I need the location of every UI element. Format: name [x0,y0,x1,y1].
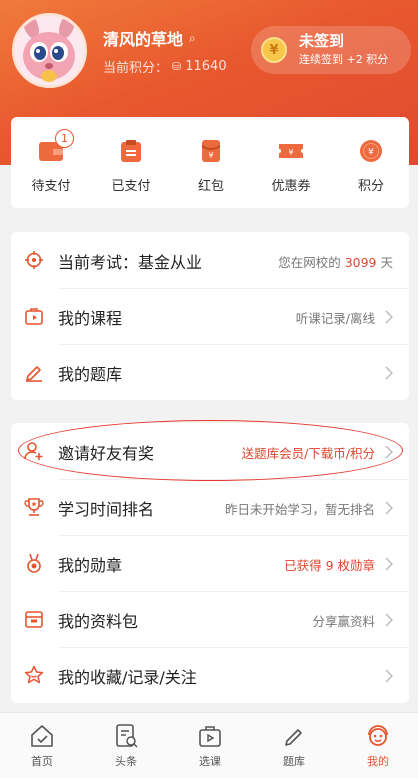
star-icon [24,665,44,684]
favorites-row[interactable]: 我的收藏/记录/关注 [11,647,409,703]
study-days-prefix: 您在网校的 [278,255,345,270]
pencil-icon [26,366,42,382]
current-exam-label: 当前考试：基金从业 [58,253,203,272]
my-question-bank-label: 我的题库 [58,365,123,384]
study-days-count: 3099 [344,255,377,270]
invite-friends-row[interactable]: 邀请好友有奖 送题库会员/下载币/积分 [11,423,409,479]
chevron-right-icon [385,366,393,380]
edit-icon[interactable]: ⌕ [189,31,196,46]
study-days: 您在网校的 3099 天 [278,252,393,271]
order-label: 已支付 [111,179,151,194]
package-icon [25,611,43,628]
checkin-subtitle: 连续签到 +2 积分 [299,53,389,66]
order-label: 红包 [197,179,224,194]
my-medals-hint: 已获得 9 枚勋章 [284,558,375,573]
order-coupons[interactable]: ¥ 优惠券 [251,117,331,208]
clipboard-icon [118,139,144,163]
pending-badge: 1 [55,129,74,148]
points-row: 当前积分： ⛁ 11640 [103,57,227,76]
checkin-coin-icon: ¥ [261,37,287,63]
tab-label: 选课 [199,755,221,768]
svg-text:¥: ¥ [288,148,293,157]
chevron-right-icon [385,501,393,515]
tab-label: 我的 [367,755,389,768]
orders-card: 1 待支付 已支付 ¥ 红包 ¥ 优惠券 ¥ 积分 [11,117,409,208]
profile-face-icon [368,725,388,746]
study-ranking-label: 学习时间排名 [58,500,155,519]
invite-friends-label: 邀请好友有奖 [58,444,155,463]
pencil-icon [285,729,302,746]
chevron-right-icon [385,445,393,459]
my-courses-hint: 听课记录/离线 [295,311,375,326]
home-icon [31,725,53,747]
tab-question-bank[interactable]: 题库 [252,713,336,778]
order-red-packet[interactable]: ¥ 红包 [171,117,251,208]
order-label: 积分 [357,179,384,194]
target-icon [25,251,43,269]
points-label: 当前积分： [103,61,169,76]
order-paid[interactable]: 已支付 [91,117,171,208]
news-icon [116,724,138,748]
medal-icon [27,553,41,573]
red-packet-icon: ¥ [198,139,224,163]
chevron-right-icon [385,310,393,324]
favorites-label: 我的收藏/记录/关注 [58,668,197,687]
trophy-icon [24,498,44,516]
avatar-illustration [15,16,84,85]
chevron-right-icon [385,557,393,571]
tab-courses[interactable]: 选课 [168,713,252,778]
my-materials-label: 我的资料包 [58,612,139,631]
tab-mine[interactable]: 我的 [336,713,418,778]
study-ranking-row[interactable]: 学习时间排名 昨日未开始学习，暂无排名 [11,479,409,535]
tab-label: 题库 [283,755,305,768]
tab-label: 头条 [115,755,137,768]
checkin-button[interactable]: ¥ 未签到 连续签到 +2 积分 [251,26,411,74]
wallet-icon: 1 [38,129,74,163]
order-label: 优惠券 [271,179,311,194]
study-days-suffix: 天 [376,255,393,270]
chevron-right-icon [385,669,393,683]
points-coin-icon: ⛁ [172,60,182,73]
my-medals-label: 我的勋章 [58,556,123,575]
study-ranking-hint: 昨日未开始学习，暂无排名 [224,502,375,517]
invite-user-icon [24,442,43,460]
more-card: 邀请好友有奖 送题库会员/下载币/积分 学习时间排名 昨日未开始学习，暂无排名 … [11,423,409,703]
coupon-icon: ¥ [278,139,304,163]
points-value: 11640 [185,59,227,74]
order-label: 待支付 [31,179,71,194]
study-card: 当前考试：基金从业 您在网校的 3099 天 我的课程 听课记录/离线 我的题库 [11,232,409,400]
points-coin-icon: ¥ [358,139,384,163]
svg-text:¥: ¥ [208,151,213,160]
username-row[interactable]: 清风的草地 ⌕ [103,26,196,50]
bottom-tab-bar: 首页 头条 选课 题库 我的 [0,712,418,778]
my-medals-row[interactable]: 我的勋章 已获得 9 枚勋章 [11,535,409,591]
my-courses-row[interactable]: 我的课程 听课记录/离线 [11,288,409,344]
course-bag-icon [25,308,43,325]
tab-label: 首页 [31,755,53,768]
order-points[interactable]: ¥ 积分 [331,117,411,208]
current-exam-row[interactable]: 当前考试：基金从业 您在网校的 3099 天 [11,232,409,288]
invite-friends-hint: 送题库会员/下载币/积分 [241,446,375,461]
course-bag-icon [199,726,221,747]
my-materials-row[interactable]: 我的资料包 分享赢资料 [11,591,409,647]
avatar[interactable] [12,13,87,88]
my-courses-label: 我的课程 [58,309,123,328]
checkin-title: 未签到 [299,32,345,50]
my-question-bank-row[interactable]: 我的题库 [11,344,409,400]
tab-headlines[interactable]: 头条 [84,713,168,778]
tab-home[interactable]: 首页 [0,713,84,778]
svg-text:¥: ¥ [368,148,374,158]
username: 清风的草地 [103,30,184,49]
my-materials-hint: 分享赢资料 [312,614,375,629]
order-pending-payment[interactable]: 1 待支付 [11,117,91,208]
chevron-right-icon [385,613,393,627]
